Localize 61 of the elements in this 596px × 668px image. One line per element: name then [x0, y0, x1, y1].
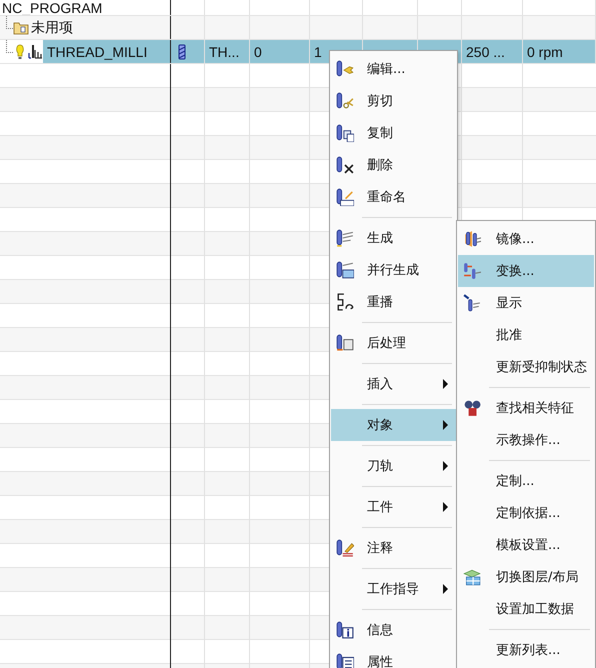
menu-item[interactable]: 镜像...	[458, 223, 594, 255]
menu-item[interactable]: 批准	[458, 319, 594, 351]
bulb-icon	[15, 44, 25, 60]
drill-icon	[177, 44, 187, 60]
menu-item[interactable]: 重命名	[331, 181, 456, 213]
info-icon	[336, 621, 354, 639]
pencil-icon	[336, 539, 354, 557]
delete-icon	[336, 156, 354, 174]
copy-icon	[336, 124, 354, 142]
transform-icon	[463, 262, 481, 280]
menu-item[interactable]: 对象	[331, 409, 456, 441]
tool-path-icon	[336, 261, 354, 279]
menu-item[interactable]: 显示	[458, 287, 594, 319]
scissors-icon	[336, 92, 354, 110]
menu-item[interactable]: 复制	[331, 117, 456, 149]
submenu-arrow-icon	[443, 502, 448, 512]
menu-item[interactable]: 剪切	[331, 85, 456, 117]
menu-item[interactable]: 属性	[331, 646, 456, 668]
rename-icon	[336, 188, 354, 206]
mirror-icon	[463, 230, 481, 248]
submenu-arrow-icon	[443, 584, 448, 594]
menu-item[interactable]: 刀轨	[331, 450, 456, 482]
table-cell: 250 ...	[466, 44, 505, 60]
menu-item[interactable]: 删除	[331, 149, 456, 181]
replay-icon	[336, 293, 354, 311]
tree-item[interactable]: NC_PROGRAM	[0, 0, 104, 15]
menu-item[interactable]: 定制依据...	[458, 497, 594, 529]
operation-icon	[28, 44, 43, 59]
submenu-arrow-icon	[443, 420, 448, 430]
menu-item[interactable]: 模板设置...	[458, 529, 594, 561]
binoculars-icon	[463, 399, 481, 417]
table-cell: TH...	[209, 44, 240, 60]
menu-item[interactable]: 示教操作...	[458, 424, 594, 456]
submenu-arrow-icon	[443, 461, 448, 471]
table-cell: 0 rpm	[527, 44, 563, 60]
layers-icon	[463, 568, 481, 586]
tree-item[interactable]: 未用项	[29, 18, 75, 36]
menu-item[interactable]: 定制...	[458, 465, 594, 497]
menu-item[interactable]: 生成	[331, 222, 456, 254]
menu-item[interactable]: 查找相关特征	[458, 392, 594, 424]
submenu-arrow-icon	[443, 379, 448, 389]
menu-item[interactable]: 设置加工数据	[458, 593, 594, 625]
menu-item[interactable]: 工作指导	[331, 573, 456, 605]
tree-item[interactable]: THREAD_MILLI	[43, 40, 170, 63]
menu-item[interactable]: 切换图层/布局	[458, 561, 594, 593]
postprocess-icon	[336, 334, 354, 352]
menu-item[interactable]: 信息	[331, 614, 456, 646]
menu-item[interactable]: 注释	[331, 532, 456, 564]
table-cell: 0	[254, 44, 262, 60]
menu-item[interactable]: 重播	[331, 286, 456, 318]
table-cell: 1	[314, 44, 322, 60]
menu-item[interactable]: 后处理	[331, 327, 456, 359]
menu-item[interactable]: 变换...	[458, 255, 594, 287]
display-icon	[463, 294, 481, 312]
menu-item[interactable]: 更新受抑制状态	[458, 351, 594, 383]
menu-item[interactable]: 更新列表...	[458, 634, 594, 666]
menu-item[interactable]: 并行生成	[331, 254, 456, 286]
menu-item[interactable]: 工件	[331, 491, 456, 523]
folder-icon	[13, 20, 29, 34]
menu-item[interactable]: 插入	[331, 368, 456, 400]
tool-path-icon	[336, 229, 354, 247]
